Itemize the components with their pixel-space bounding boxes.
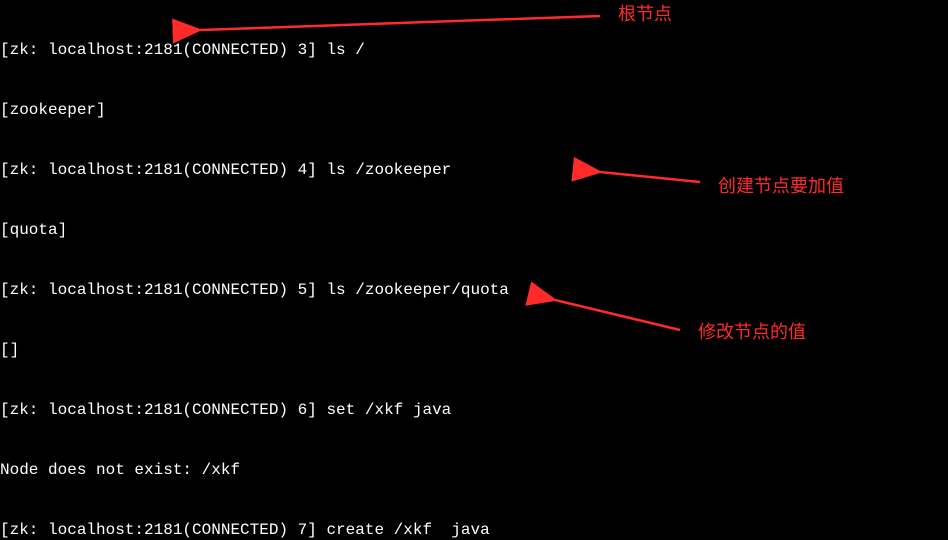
annotation-create-node: 创建节点要加值: [718, 176, 844, 196]
terminal-line: []: [0, 340, 948, 360]
terminal-line: [zk: localhost:2181(CONNECTED) 3] ls /: [0, 40, 948, 60]
terminal-line: [zk: localhost:2181(CONNECTED) 6] set /x…: [0, 400, 948, 420]
terminal-line: [zookeeper]: [0, 100, 948, 120]
terminal-line: [zk: localhost:2181(CONNECTED) 7] create…: [0, 520, 948, 540]
annotation-root-node: 根节点: [618, 4, 672, 24]
annotation-modify-value: 修改节点的值: [698, 322, 806, 342]
terminal-line: [quota]: [0, 220, 948, 240]
terminal-line: [zk: localhost:2181(CONNECTED) 5] ls /zo…: [0, 280, 948, 300]
terminal-output: [zk: localhost:2181(CONNECTED) 3] ls / […: [0, 0, 948, 540]
terminal-line: Node does not exist: /xkf: [0, 460, 948, 480]
